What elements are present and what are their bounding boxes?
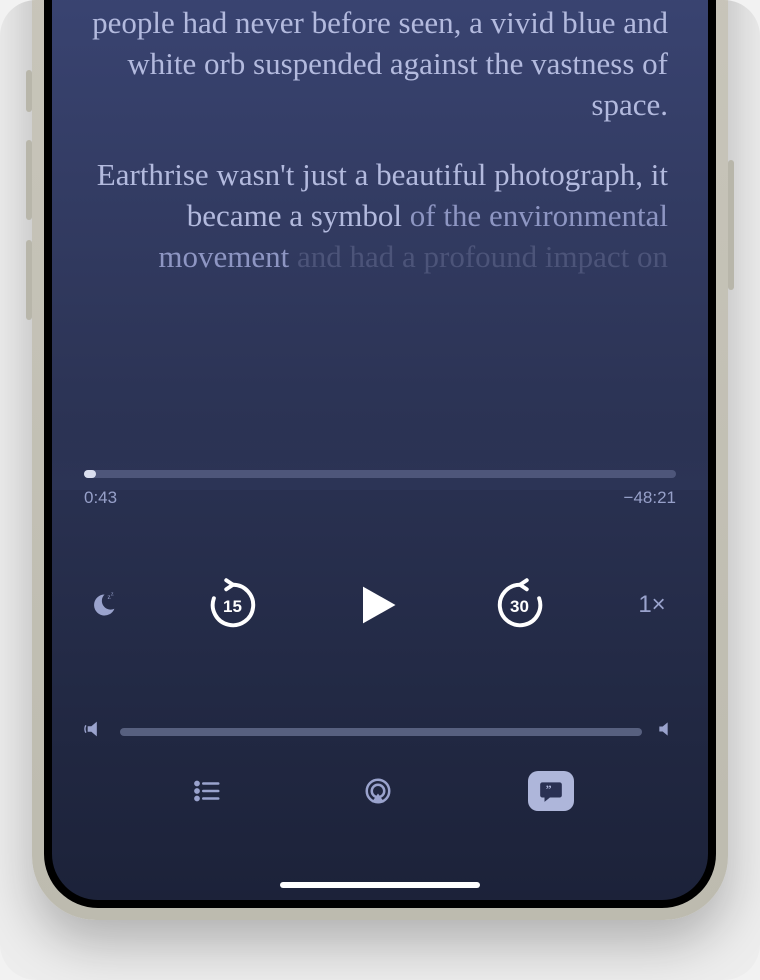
side-button: [26, 240, 32, 320]
playback-controls: z z 15: [84, 570, 676, 640]
skip-forward-button[interactable]: 30: [493, 578, 547, 632]
bottom-toolbar: ”: [52, 770, 708, 812]
time-elapsed: 0:43: [84, 488, 117, 508]
airplay-button[interactable]: [357, 770, 399, 812]
phone-bezel: William Anders captured the moment in a …: [44, 0, 716, 908]
progress-section: 0:43 −48:21: [84, 470, 676, 508]
podcast-player-screen: William Anders captured the moment in a …: [52, 0, 708, 900]
time-labels: 0:43 −48:21: [84, 488, 676, 508]
canvas: William Anders captured the moment in a …: [0, 0, 760, 980]
side-button: [26, 140, 32, 220]
svg-text:”: ”: [545, 782, 551, 796]
skip-back-button[interactable]: 15: [206, 578, 260, 632]
skip-forward-seconds: 30: [493, 578, 547, 632]
progress-fill: [84, 470, 96, 478]
volume-high-icon: [656, 719, 676, 744]
progress-scrubber[interactable]: [84, 470, 676, 478]
volume-section: [84, 718, 676, 745]
play-button[interactable]: [341, 570, 411, 640]
transcript-paragraph: William Anders captured the moment in a …: [92, 0, 668, 125]
sleep-timer-button[interactable]: z z: [84, 585, 124, 625]
transcript-paragraph: Earthrise wasn't just a beautiful photog…: [92, 155, 668, 278]
transcript-button[interactable]: ”: [528, 771, 574, 811]
home-indicator[interactable]: [280, 882, 480, 888]
quote-bubble-icon: ”: [538, 778, 564, 804]
airplay-icon: [363, 776, 393, 806]
transcript-upcoming-text: It showed our planet in a way people had…: [92, 0, 668, 122]
time-remaining: −48:21: [624, 488, 676, 508]
side-button: [728, 160, 734, 290]
volume-low-icon: [84, 718, 106, 745]
skip-back-seconds: 15: [206, 578, 260, 632]
phone-frame: William Anders captured the moment in a …: [32, 0, 728, 920]
side-button: [26, 70, 32, 112]
play-icon: [350, 579, 402, 631]
queue-button[interactable]: [186, 770, 228, 812]
moon-icon: z z: [90, 591, 118, 619]
svg-text:z: z: [111, 592, 114, 598]
volume-slider[interactable]: [120, 728, 642, 736]
list-icon: [192, 776, 222, 806]
playback-speed-button[interactable]: 1×: [628, 591, 676, 619]
transcript-view[interactable]: William Anders captured the moment in a …: [92, 0, 668, 308]
